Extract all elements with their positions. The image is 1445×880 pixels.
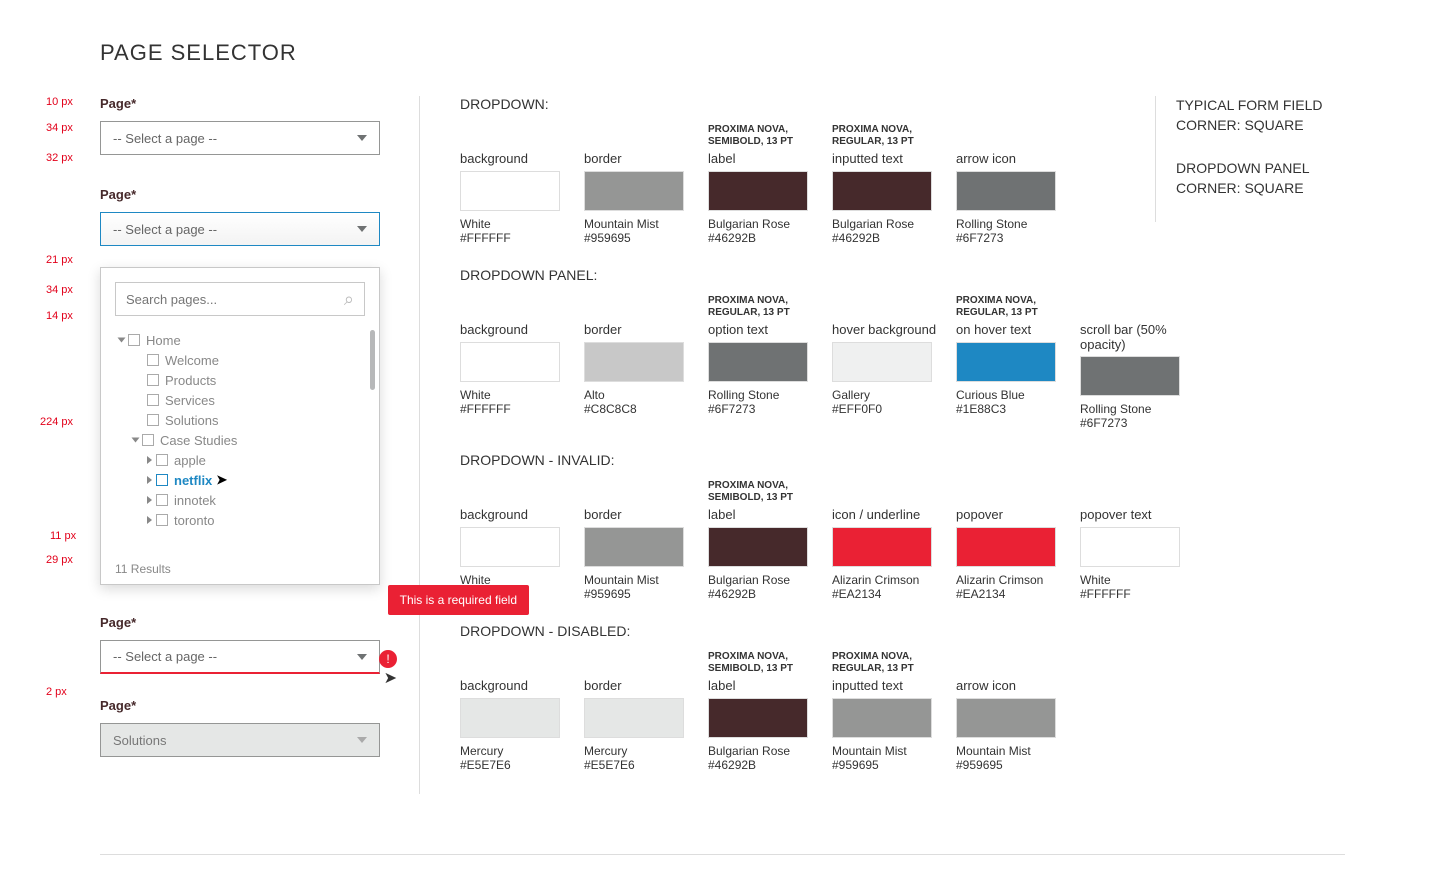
dim-11px: 11 px bbox=[50, 530, 76, 542]
tree-row-services[interactable]: Services bbox=[119, 390, 365, 410]
swatch-dis-input: PROXIMA NOVA, REGULAR, 13 PTinputted tex… bbox=[832, 651, 942, 772]
search-input[interactable] bbox=[126, 292, 344, 307]
field-label-invalid: Page* bbox=[100, 615, 369, 630]
tree-row-welcome[interactable]: Welcome bbox=[119, 350, 365, 370]
tree-row-apple[interactable]: apple bbox=[119, 450, 365, 470]
chevron-down-icon bbox=[357, 226, 367, 232]
dim-21px: 21 px bbox=[46, 254, 73, 266]
select-placeholder-invalid: -- Select a page -- bbox=[113, 649, 217, 664]
error-popover: This is a required field bbox=[388, 585, 529, 615]
tree-row-netflix[interactable]: netflix➤ bbox=[119, 470, 365, 490]
tree-row-solutions[interactable]: Solutions bbox=[119, 410, 365, 430]
swatch-dd-arrow: arrow iconRolling Stone#6F7273 bbox=[956, 124, 1066, 245]
swatch-inv-bg: backgroundWhite#FFFFFF bbox=[460, 480, 570, 601]
swatch-panel-bg: backgroundWhite#FFFFFF bbox=[460, 295, 570, 430]
dim-224px: 224 px bbox=[40, 416, 73, 428]
page-tree[interactable]: Home Welcome Products Services Solutions… bbox=[101, 330, 379, 554]
results-count: 11 Results bbox=[101, 554, 379, 584]
cursor-icon: ➤ bbox=[384, 668, 397, 688]
dim-29px: 29 px bbox=[46, 554, 73, 566]
field-label-default: Page* bbox=[100, 96, 369, 111]
dim-34px-b: 34 px bbox=[46, 284, 73, 296]
note-panel-corner: DROPDOWN PANEL CORNER: SQUARE bbox=[1176, 159, 1355, 198]
swatch-dd-label: PROXIMA NOVA, SEMIBOLD, 13 PTlabelBulgar… bbox=[708, 124, 818, 245]
page-select-active[interactable]: -- Select a page -- bbox=[100, 212, 380, 246]
section-disabled: DROPDOWN - DISABLED: bbox=[460, 623, 1345, 639]
swatch-panel-scroll: scroll bar (50% opacity)Rolling Stone#6F… bbox=[1080, 295, 1190, 430]
swatch-inv-popover: popoverAlizarin Crimson#EA2134 bbox=[956, 480, 1066, 601]
swatch-panel-option: PROXIMA NOVA, REGULAR, 13 PToption textR… bbox=[708, 295, 818, 430]
page-select-default[interactable]: -- Select a page -- bbox=[100, 121, 380, 155]
field-label-active: Page* bbox=[100, 187, 369, 202]
swatch-dis-arrow: arrow iconMountain Mist#959695 bbox=[956, 651, 1066, 772]
dim-34px: 34 px bbox=[46, 122, 73, 134]
swatch-dd-input: PROXIMA NOVA, REGULAR, 13 PTinputted tex… bbox=[832, 124, 942, 245]
swatch-dis-border: borderMercury#E5E7E6 bbox=[584, 651, 694, 772]
swatch-panel-border: borderAlto#C8C8C8 bbox=[584, 295, 694, 430]
search-input-wrap[interactable]: ⌕ bbox=[115, 282, 365, 316]
swatch-inv-popovertxt: popover textWhite#FFFFFF bbox=[1080, 480, 1190, 601]
swatch-dis-bg: backgroundMercury#E5E7E6 bbox=[460, 651, 570, 772]
swatch-panel-hovertxt: PROXIMA NOVA, REGULAR, 13 PTon hover tex… bbox=[956, 295, 1066, 430]
tree-row-casestudies[interactable]: Case Studies bbox=[119, 430, 365, 450]
swatch-dd-border: borderMountain Mist#959695 bbox=[584, 124, 694, 245]
select-placeholder: -- Select a page -- bbox=[113, 131, 217, 146]
chevron-down-icon bbox=[357, 737, 367, 743]
swatch-inv-label: PROXIMA NOVA, SEMIBOLD, 13 PTlabelBulgar… bbox=[708, 480, 818, 601]
cursor-icon: ➤ bbox=[216, 472, 227, 488]
section-panel: DROPDOWN PANEL: bbox=[460, 267, 1345, 283]
divider bbox=[100, 854, 1345, 855]
search-icon: ⌕ bbox=[344, 289, 354, 310]
tree-row-innotek[interactable]: innotek bbox=[119, 490, 365, 510]
select-disabled-value: Solutions bbox=[113, 733, 166, 748]
select-placeholder-active: -- Select a page -- bbox=[113, 222, 217, 237]
dim-2px: 2 px bbox=[46, 686, 67, 698]
error-icon: ! bbox=[379, 650, 397, 668]
dim-10px: 10 px bbox=[46, 96, 73, 108]
dropdown-panel: ⌕ Home Welcome Products Services Solutio… bbox=[100, 267, 380, 585]
dim-14px: 14 px bbox=[46, 310, 73, 322]
swatch-panel-hoverbg: hover backgroundGallery#EFF0F0 bbox=[832, 295, 942, 430]
tree-row-toronto[interactable]: toronto bbox=[119, 510, 365, 530]
chevron-down-icon bbox=[357, 654, 367, 660]
page-select-disabled: Solutions bbox=[100, 723, 380, 757]
swatch-inv-icon: icon / underlineAlizarin Crimson#EA2134 bbox=[832, 480, 942, 601]
dim-32px: 32 px bbox=[46, 152, 73, 164]
field-label-disabled: Page* bbox=[100, 698, 369, 713]
chevron-down-icon bbox=[357, 135, 367, 141]
swatch-dd-bg: backgroundWhite#FFFFFF bbox=[460, 124, 570, 245]
swatch-dis-label: PROXIMA NOVA, SEMIBOLD, 13 PTlabelBulgar… bbox=[708, 651, 818, 772]
section-invalid: DROPDOWN - INVALID: bbox=[460, 452, 1345, 468]
page-title: PAGE SELECTOR bbox=[100, 40, 1345, 66]
tree-row-home[interactable]: Home bbox=[119, 330, 365, 350]
corner-notes: TYPICAL FORM FIELD CORNER: SQUARE DROPDO… bbox=[1155, 96, 1355, 222]
page-select-invalid[interactable]: -- Select a page -- bbox=[100, 640, 380, 674]
note-field-corner: TYPICAL FORM FIELD CORNER: SQUARE bbox=[1176, 96, 1355, 135]
swatch-inv-border: borderMountain Mist#959695 bbox=[584, 480, 694, 601]
tree-row-products[interactable]: Products bbox=[119, 370, 365, 390]
scrollbar[interactable] bbox=[370, 330, 375, 390]
